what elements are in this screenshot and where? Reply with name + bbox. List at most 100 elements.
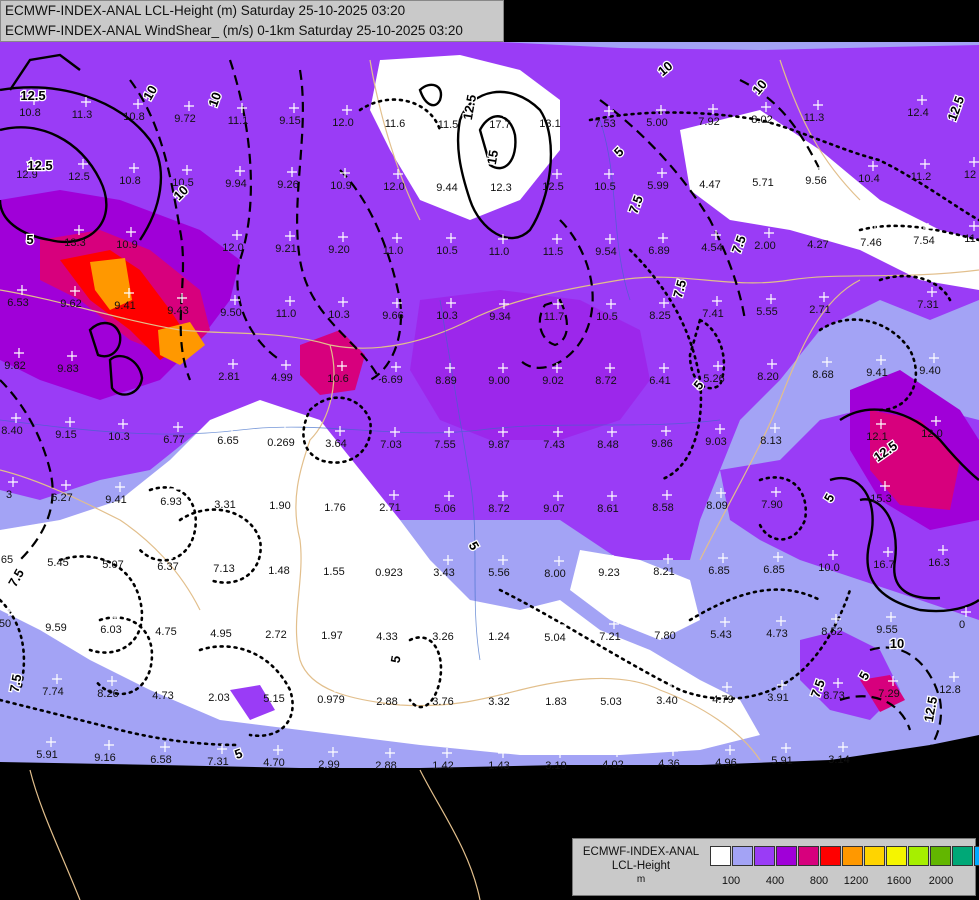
map-value-label: 8.20 xyxy=(757,371,778,383)
map-value-label: 3.26 xyxy=(432,631,453,643)
map-value-label: 9.41 xyxy=(866,367,887,379)
map-value-label: 8.68 xyxy=(812,369,833,381)
map-value-label: 1.76 xyxy=(324,502,345,514)
map-value-label: 9.00 xyxy=(488,375,509,387)
map-value-label: 4.73 xyxy=(152,690,173,702)
map-value-label: 8.25 xyxy=(649,310,670,322)
map-value-label: 6.58 xyxy=(150,754,171,766)
map-value-label: 12.8 xyxy=(939,684,960,696)
map-value-label: 13.3 xyxy=(64,237,85,249)
map-value-label: 4.27 xyxy=(807,239,828,251)
map-value-label: 4.99 xyxy=(271,372,292,384)
contour-label: 5 xyxy=(26,232,33,247)
map-value-label: 9.94 xyxy=(225,178,246,190)
map-value-label: 10.3 xyxy=(328,309,349,321)
map-value-label: 12.4 xyxy=(907,107,928,119)
map-value-label: 6.89 xyxy=(648,245,669,257)
map-value-label: 8.26 xyxy=(97,688,118,700)
map-value-label: 7.43 xyxy=(543,439,564,451)
map-value-label: 5.45 xyxy=(47,557,68,569)
map-value-label: 7.80 xyxy=(654,630,675,642)
legend-swatch xyxy=(798,846,819,866)
contour-label: 12.5 xyxy=(20,88,45,103)
map-value-label: 11.6 xyxy=(385,118,406,130)
map-value-label: 9.62 xyxy=(60,298,81,310)
map-value-label: 7.31 xyxy=(917,299,938,311)
map-value-label: 9.16 xyxy=(94,752,115,764)
map-value-label: 7.21 xyxy=(599,631,620,643)
map-value-label: 10.5 xyxy=(436,245,457,257)
map-value-label: 5.04 xyxy=(544,632,565,644)
map-value-label: 8.48 xyxy=(597,439,618,451)
map-value-label: 2.00 xyxy=(754,240,775,252)
map-value-label: 6.85 xyxy=(708,565,729,577)
map-value-label: 5.06 xyxy=(434,503,455,515)
map-value-label: 11.3 xyxy=(72,109,93,121)
legend-swatch xyxy=(842,846,863,866)
map-value-label: 9.15 xyxy=(55,429,76,441)
map-value-label: 7.46 xyxy=(860,237,881,249)
map-value-label: 6.41 xyxy=(649,375,670,387)
map-value-label: 5.03 xyxy=(600,696,621,708)
map-value-label: 0 xyxy=(959,619,965,631)
map-value-label: 1.55 xyxy=(323,566,344,578)
map-value-label: 9.72 xyxy=(174,113,195,125)
map-value-label: 4.96 xyxy=(715,757,736,769)
map-value-label: 3.76 xyxy=(432,696,453,708)
map-value-label: 10.3 xyxy=(108,431,129,443)
map-value-label: 12.0 xyxy=(921,428,942,440)
map-value-label: 2.88 xyxy=(375,760,396,772)
map-value-label: 11.0 xyxy=(489,246,510,258)
legend-tick: 800 xyxy=(809,875,829,887)
map-value-label: 10.5 xyxy=(594,181,615,193)
map-value-label: 7.54 xyxy=(913,235,934,247)
legend-swatch xyxy=(908,846,929,866)
map-value-label: 12.0 xyxy=(383,181,404,193)
map-value-label: 12.1 xyxy=(866,431,887,443)
map-value-label: 1.42 xyxy=(432,760,453,772)
map-value-label: 6.27 xyxy=(51,492,72,504)
map-value-label: 3.31 xyxy=(214,499,235,511)
map-value-label: 6.03 xyxy=(100,624,121,636)
map-value-label: 6.77 xyxy=(163,434,184,446)
map-value-label: 3.64 xyxy=(325,438,346,450)
legend-tick: 2000 xyxy=(928,875,954,887)
map-value-label: 4.70 xyxy=(263,757,284,769)
map-value-label: 6.37 xyxy=(157,561,178,573)
map-value-label: 3 xyxy=(6,489,12,501)
map-value-label: 9.21 xyxy=(275,243,296,255)
legend-swatch xyxy=(820,846,841,866)
legend-swatch xyxy=(732,846,753,866)
map-value-label: 9.07 xyxy=(543,503,564,515)
map-value-label: 9.55 xyxy=(876,624,897,636)
map-value-label: 8.58 xyxy=(652,502,673,514)
map-value-label: 0.923 xyxy=(375,567,403,579)
map-value-label: 7.03 xyxy=(380,439,401,451)
legend-swatch xyxy=(776,846,797,866)
map-value-label: 4.33 xyxy=(376,631,397,643)
map-value-label: 4.75 xyxy=(155,626,176,638)
map-value-label: 8.13 xyxy=(760,435,781,447)
map-value-label: 12 xyxy=(964,169,976,181)
map-value-label: 4.47 xyxy=(699,179,720,191)
contour-label: 10 xyxy=(890,636,904,651)
map-value-label: 10.8 xyxy=(19,107,40,119)
map-value-label: 13.1 xyxy=(539,118,560,130)
map-value-label: 8.21 xyxy=(653,566,674,578)
map-value-label: 9.44 xyxy=(436,182,457,194)
map-value-label: 9.23 xyxy=(598,567,619,579)
map-value-label: 9.03 xyxy=(705,436,726,448)
map-value-label: 10.9 xyxy=(116,239,137,251)
map-value-label: 6.85 xyxy=(763,564,784,576)
legend-swatches xyxy=(710,846,979,866)
map-value-label: 7.41 xyxy=(702,308,723,320)
map-value-label: 8.52 xyxy=(821,626,842,638)
map-value-label: 12.0 xyxy=(222,242,243,254)
map-value-label: 4.36 xyxy=(658,758,679,770)
map-value-label: 2.71 xyxy=(379,502,400,514)
map-value-label: 5.55 xyxy=(756,306,777,318)
map-value-label: 16.7 xyxy=(873,559,894,571)
map-value-label: 6.65 xyxy=(217,435,238,447)
map-value-label: 9.56 xyxy=(805,175,826,187)
map-value-label: 11.1 xyxy=(228,115,249,127)
